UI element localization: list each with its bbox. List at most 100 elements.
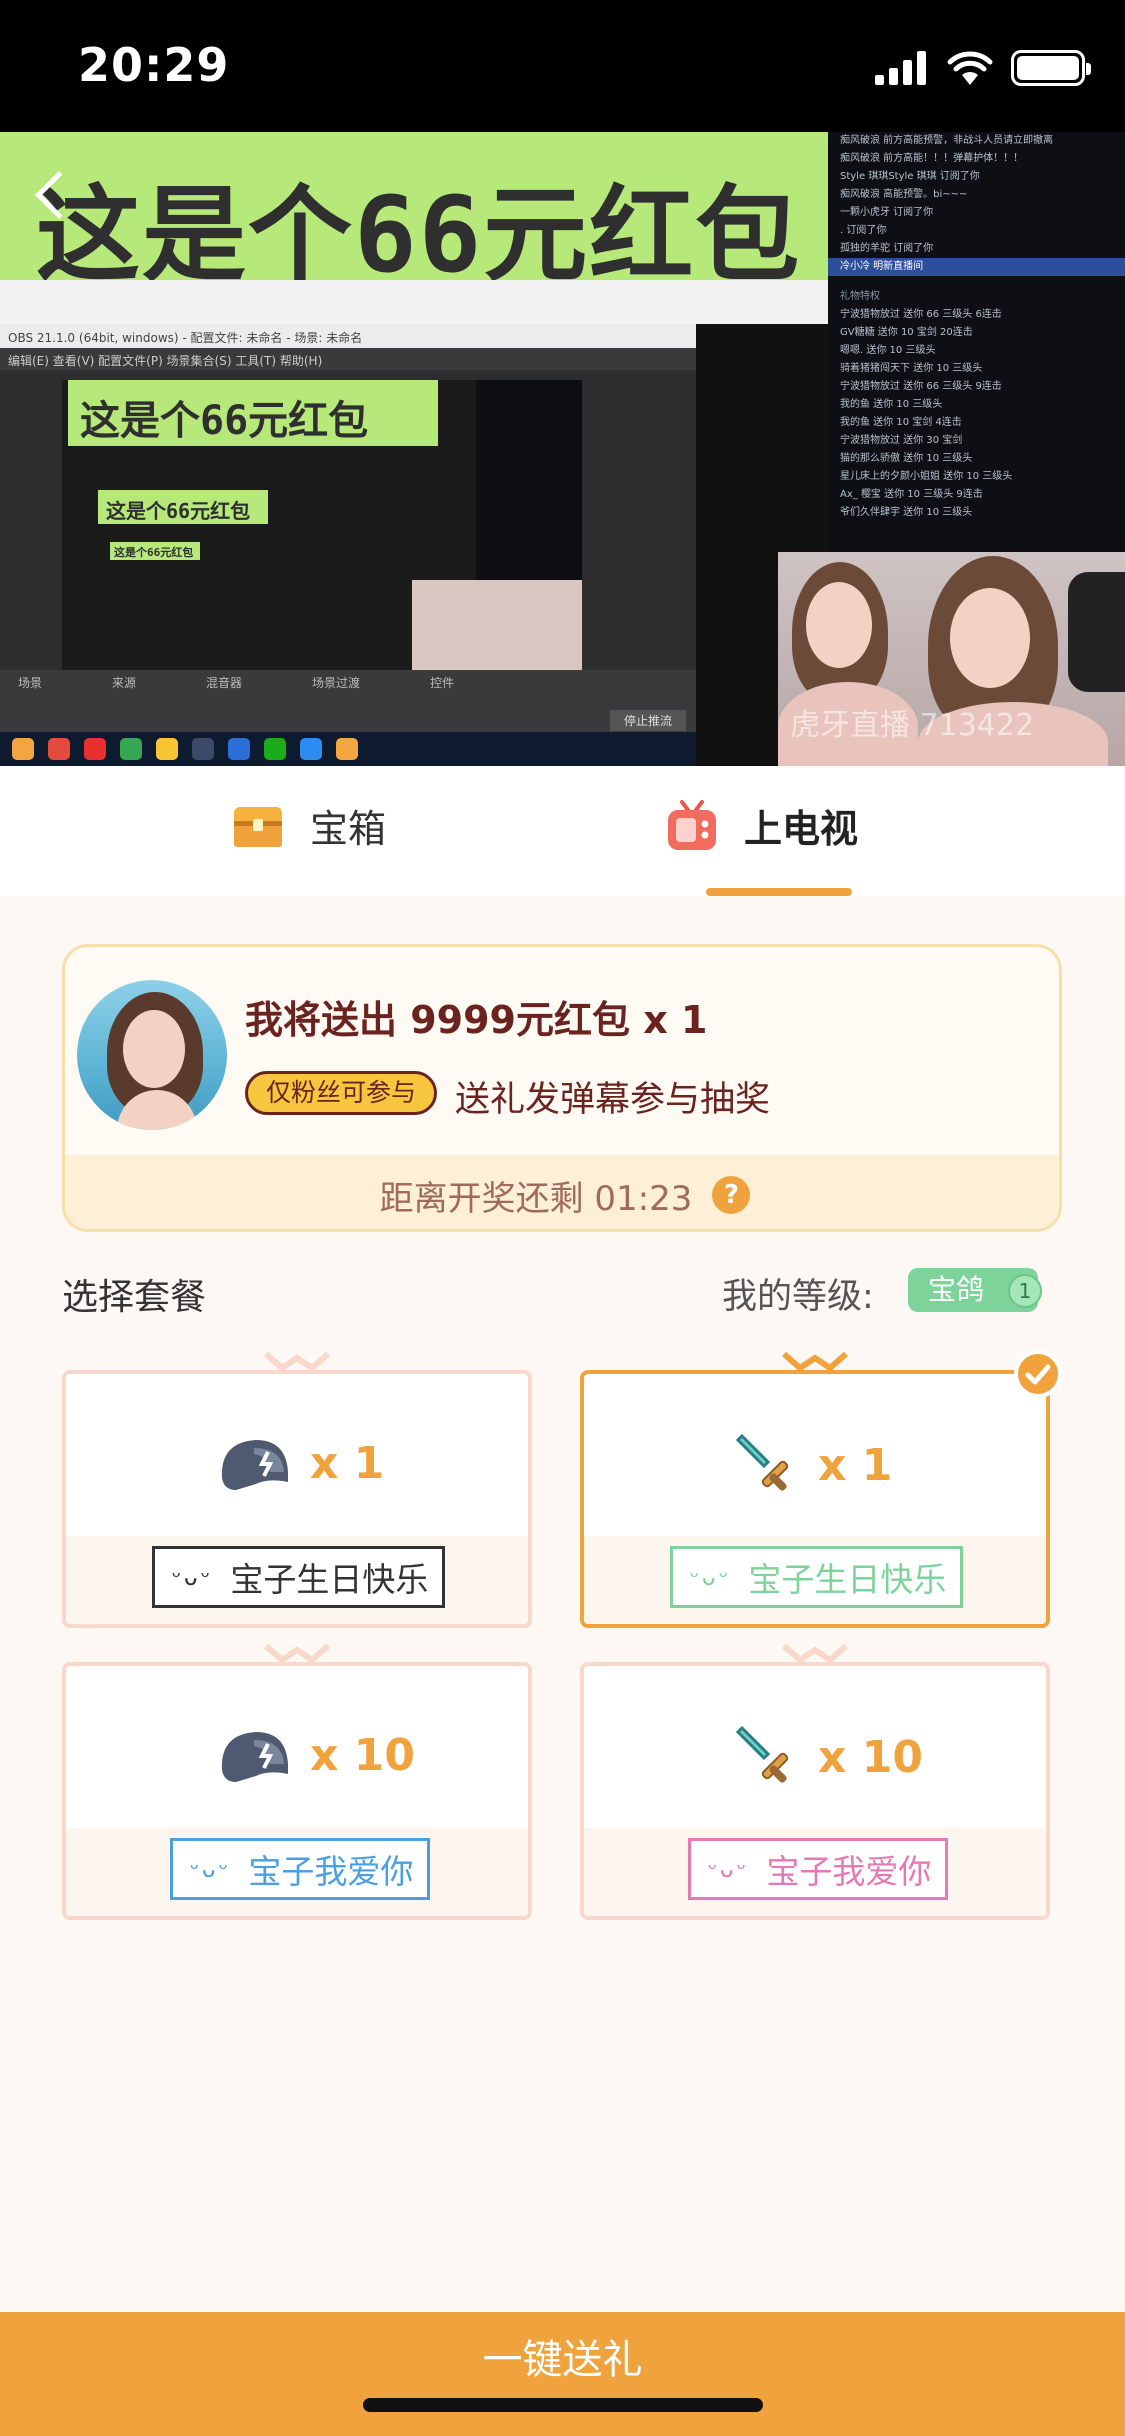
package-card-3-wrap: x 10 ᵕᴗᵕ 宝子我爱你 bbox=[580, 1644, 1050, 1922]
chat-line-11: 嗯嗯. 送你 10 三级头 bbox=[840, 345, 936, 356]
chat-line-0: 痴风破浪 前方高能预警，非战斗人员请立即撤离 bbox=[840, 135, 1054, 146]
package-message-text: 宝子生日快乐 bbox=[748, 1560, 947, 1599]
sword-icon bbox=[735, 1725, 789, 1783]
tv-icon bbox=[668, 799, 716, 850]
chat-line-4: 一颗小虎牙 订阅了你 bbox=[840, 207, 934, 218]
chat-line-18: 星儿床上的夕颜小姐姐 送你 10 三级头 bbox=[840, 471, 1013, 482]
package-message: ᵕᴗᵕ 宝子我爱你 bbox=[170, 1838, 431, 1900]
chat-line-3: 痴风破浪 高能预警。bi~~~ bbox=[840, 189, 968, 200]
helmet-icon bbox=[221, 1732, 288, 1782]
chat-line-17: 猫的那么骄傲 送你 10 三级头 bbox=[840, 453, 973, 464]
nested-banner-2: 这是个66元红包 bbox=[98, 490, 268, 524]
countdown-text: 距离开奖还剩 01:23 bbox=[379, 1178, 693, 1219]
package-qty: x 10 bbox=[818, 1731, 923, 1783]
status-bar: 20:29 bbox=[0, 0, 1125, 132]
chat-line-2: Style 琪琪Style 琪琪 订阅了你 bbox=[840, 171, 980, 182]
signal-icon bbox=[875, 51, 926, 85]
obs-dock: 场景 来源 混音器 场景过渡 控件 停止推流 bbox=[0, 670, 696, 738]
obs-dock-3: 场景过渡 bbox=[312, 676, 361, 690]
package-qty: x 1 bbox=[310, 1437, 385, 1489]
chat-line-6: 孤独的羊驼 订阅了你 bbox=[840, 243, 934, 254]
wifi-icon bbox=[947, 51, 993, 85]
chat-line-9: 宁波猎物放过 送你 66 三级头 6连击 bbox=[840, 309, 1002, 320]
tab-treasure-label: 宝箱 bbox=[310, 807, 387, 851]
package-card-selected[interactable]: x 1 ᵕᴗᵕ 宝子生日快乐 bbox=[580, 1370, 1050, 1628]
battery-icon bbox=[1011, 50, 1091, 86]
obs-dock-4: 控件 bbox=[430, 676, 455, 690]
tab-indicator bbox=[706, 888, 852, 896]
streamer-avatar[interactable] bbox=[77, 980, 227, 1130]
obs-title: OBS 21.1.0 (64bit, windows) - 配置文件: 未命名 … bbox=[0, 324, 696, 348]
chat-line-14: 我的鱼 送你 10 三级头 bbox=[840, 399, 943, 410]
tab-bar: 宝箱 上电视 bbox=[0, 766, 1125, 896]
chat-line-7: 冷小冷 明新直播间 bbox=[828, 258, 1125, 276]
chat-line-12: 骑着猪猪闯天下 送你 10 三级头 bbox=[840, 363, 983, 374]
package-message: ᵕᴗᵕ 宝子生日快乐 bbox=[670, 1546, 964, 1608]
banner-text: 这是个66元红包 bbox=[36, 174, 802, 296]
package-card[interactable]: x 10 ᵕᴗᵕ 宝子我爱你 bbox=[580, 1662, 1050, 1920]
package-message: ᵕᴗᵕ 宝子我爱你 bbox=[688, 1838, 949, 1900]
package-card-1-wrap: x 1 ᵕᴗᵕ 宝子生日快乐 bbox=[580, 1350, 1062, 1630]
obs-dock-1: 来源 bbox=[112, 676, 137, 690]
app-root: 20:29 这是个66元红包 OBS 21.1.0 (64bit, window… bbox=[0, 0, 1125, 2436]
help-icon[interactable]: ? bbox=[712, 1176, 751, 1214]
chat-line-20: 爷们久伴肆宇 送你 10 三级头 bbox=[840, 507, 973, 518]
event-title: 我将送出 9999元红包 x 1 bbox=[245, 998, 708, 1042]
package-card[interactable]: x 10 ᵕᴗᵕ 宝子我爱你 bbox=[62, 1662, 532, 1920]
home-indicator bbox=[363, 2398, 763, 2412]
viewer-toolbar bbox=[0, 280, 828, 324]
emoticon-icon: ᵕᴗᵕ bbox=[169, 1563, 213, 1591]
fans-only-badge: 仅粉丝可参与 bbox=[245, 1071, 438, 1115]
sword-icon bbox=[735, 1433, 789, 1491]
package-message-text: 宝子我爱你 bbox=[248, 1852, 414, 1891]
tab-treasure[interactable]: 宝箱 bbox=[232, 798, 386, 853]
obs-window: OBS 21.1.0 (64bit, windows) - 配置文件: 未命名 … bbox=[0, 324, 696, 766]
nested-banner-1: 这是个66元红包 bbox=[68, 380, 438, 446]
watermark: 虎牙直播 713422 bbox=[790, 708, 1035, 743]
package-card-2-wrap: x 10 ᵕᴗᵕ 宝子我爱你 bbox=[62, 1644, 532, 1922]
selected-check-icon bbox=[1014, 1350, 1062, 1398]
level-badge: 宝鸽 1 bbox=[908, 1268, 1042, 1312]
emoticon-icon: ᵕᴗᵕ bbox=[687, 1563, 731, 1591]
nested-banner-3: 这是个66元红包 bbox=[110, 542, 200, 560]
tab-tv-label: 上电视 bbox=[744, 807, 859, 851]
chat-line-13: 宁波猎物放过 送你 66 三级头 9连击 bbox=[840, 381, 1002, 392]
nested-webcam bbox=[412, 580, 582, 670]
select-package-title: 选择套餐 bbox=[62, 1277, 207, 1318]
package-message-text: 宝子我爱你 bbox=[766, 1852, 932, 1891]
obs-preview: 这是个66元红包 这是个66元红包 这是个66元红包 bbox=[62, 380, 582, 670]
helmet-icon bbox=[221, 1440, 288, 1490]
live-video[interactable]: 这是个66元红包 OBS 21.1.0 (64bit, windows) - 配… bbox=[0, 132, 1125, 766]
emoticon-icon: ᵕᴗᵕ bbox=[187, 1855, 231, 1883]
status-icons bbox=[875, 50, 1091, 86]
countdown-row: 距离开奖还剩 01:23 ? bbox=[65, 1155, 1059, 1229]
chat-line-1: 痴风破浪 前方高能！！！弹幕护体！！！ bbox=[840, 153, 1024, 164]
package-card[interactable]: x 1 ᵕᴗᵕ 宝子生日快乐 bbox=[62, 1370, 532, 1628]
obs-menu: 编辑(E) 查看(V) 配置文件(P) 场景集合(S) 工具(T) 帮助(H) bbox=[0, 348, 696, 370]
chat-line-19: Ax_ 樱宝 送你 10 三级头 9连击 bbox=[840, 489, 983, 500]
obs-dock-2: 混音器 bbox=[206, 676, 243, 690]
chat-line-10: GV糖糖 送你 10 宝剑 20连击 bbox=[840, 327, 973, 338]
emoticon-icon: ᵕᴗᵕ bbox=[705, 1855, 749, 1883]
package-card-0-wrap: x 1 ᵕᴗᵕ 宝子生日快乐 bbox=[62, 1352, 532, 1630]
chat-line-5: . 订阅了你 bbox=[840, 225, 887, 236]
lottery-card: 我将送出 9999元红包 x 1 仅粉丝可参与 送礼发弹幕参与抽奖 距离开奖还剩… bbox=[62, 944, 1062, 1232]
package-message: ᵕᴗᵕ 宝子生日快乐 bbox=[152, 1546, 446, 1608]
my-level-label: 我的等级: bbox=[722, 1277, 874, 1317]
package-qty: x 1 bbox=[818, 1439, 893, 1491]
obs-stop-stream: 停止推流 bbox=[609, 710, 686, 731]
package-message-text: 宝子生日快乐 bbox=[230, 1560, 429, 1599]
status-time: 20:29 bbox=[78, 38, 230, 92]
windows-taskbar bbox=[0, 732, 696, 766]
chat-line-15: 我的鱼 送你 10 宝剑 4连击 bbox=[840, 417, 962, 428]
obs-chat-thumb bbox=[476, 380, 582, 580]
send-gift-button[interactable]: 一键送礼 bbox=[0, 2312, 1125, 2436]
level-badge-text: 宝鸽 bbox=[928, 1273, 985, 1306]
tab-tv[interactable]: 上电视 bbox=[666, 798, 858, 853]
treasure-chest-icon bbox=[234, 806, 282, 847]
red-packet-banner: 这是个66元红包 bbox=[0, 132, 828, 296]
chat-line-16: 宁波猎物放过 送你 30 宝剑 bbox=[840, 435, 963, 446]
chat-line-8: 礼物特权 bbox=[840, 291, 880, 302]
level-number: 1 bbox=[1008, 1274, 1042, 1308]
event-description: 送礼发弹幕参与抽奖 bbox=[455, 1080, 771, 1120]
